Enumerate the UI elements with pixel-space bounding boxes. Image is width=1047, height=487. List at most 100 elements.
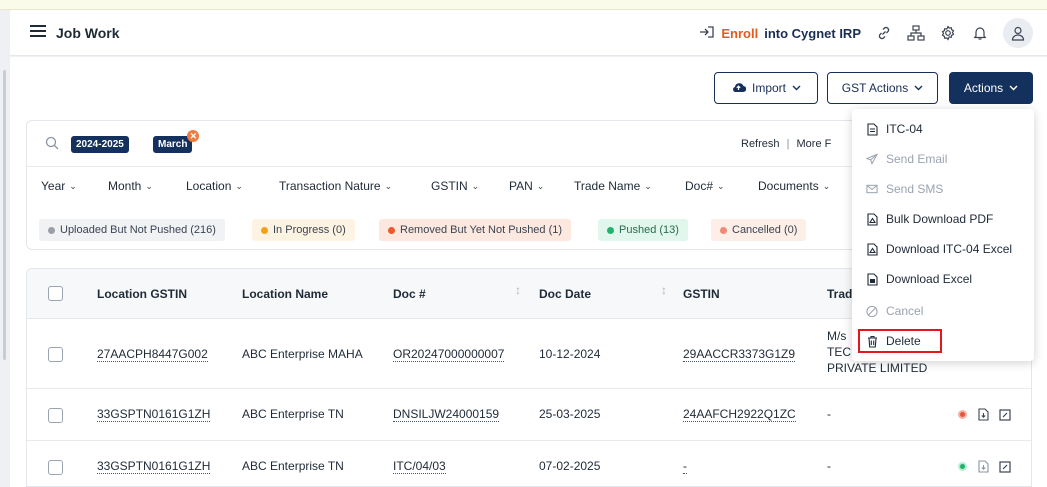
chevron-down-icon: ⌄: [235, 180, 243, 191]
month-filter-chip[interactable]: March ✕: [153, 130, 200, 153]
chevron-down-icon: [1009, 83, 1018, 93]
menu-item-label: Download ITC-04 Excel: [886, 242, 1013, 256]
status-pill-in-progress[interactable]: In Progress (0): [252, 219, 355, 241]
status-ring-icon: [957, 409, 968, 423]
refresh-label: Refresh: [741, 138, 780, 150]
location-gstin-cell[interactable]: 27AACPH8447G002: [97, 347, 208, 362]
download-pdf-icon[interactable]: [978, 408, 989, 424]
bell-icon[interactable]: [971, 24, 989, 42]
refresh-link[interactable]: Refresh | More F: [741, 138, 831, 150]
user-avatar[interactable]: [1003, 18, 1033, 48]
status-pill-removed[interactable]: Removed But Yet Not Pushed (1): [379, 219, 572, 241]
chevron-down-icon: ⌄: [384, 180, 393, 191]
menu-item-label: Download Excel: [886, 272, 973, 286]
gstin-cell[interactable]: -: [683, 459, 687, 474]
year-filter-chip[interactable]: 2024-2025: [71, 136, 129, 153]
left-scrollbar[interactable]: [0, 10, 10, 487]
actions-button[interactable]: Actions: [949, 72, 1033, 104]
menu-item-send-sms[interactable]: Send SMS: [866, 179, 943, 199]
row-checkbox[interactable]: [48, 347, 63, 362]
status-pill-uploaded[interactable]: Uploaded But Not Pushed (216): [39, 219, 225, 241]
menu-item-download-itc-04-excel[interactable]: Download ITC-04 Excel: [866, 239, 1012, 259]
status-dot: [261, 226, 268, 234]
table-row[interactable]: 33GSPTN0161G1ZH ABC Enterprise TN ITC/04…: [27, 441, 1031, 486]
select-all-checkbox[interactable]: [48, 286, 63, 301]
column-header-location-gstin[interactable]: Location GSTIN: [97, 287, 187, 301]
gstin-cell[interactable]: 24AAFCH2922Q1ZC: [683, 407, 796, 422]
menu-item-bulk-download-pdf[interactable]: Bulk Download PDF: [866, 209, 993, 229]
column-header-trade-name[interactable]: Trad: [827, 287, 852, 301]
filter-year[interactable]: Year ⌄: [41, 179, 77, 193]
filter-doc-number[interactable]: Doc# ⌄: [685, 179, 725, 193]
row-actions: [957, 460, 1011, 476]
menu-item-send-email[interactable]: Send Email: [866, 149, 947, 169]
menu-item-label: ITC-04: [886, 122, 923, 136]
status-pill-label: Cancelled (0): [732, 224, 798, 236]
filter-location[interactable]: Location ⌄: [186, 179, 243, 193]
menu-item-itc-04[interactable]: ITC-04: [866, 119, 923, 139]
location-gstin-cell[interactable]: 33GSPTN0161G1ZH: [97, 459, 211, 474]
hamburger-menu-icon[interactable]: [30, 22, 46, 43]
menu-item-label: Send Email: [886, 152, 948, 166]
app-header: Job Work Enroll into Cygnet IRP: [10, 10, 1047, 56]
column-header-doc-date[interactable]: Doc Date: [539, 287, 591, 301]
actions-dropdown-menu: ITC-04 Send Email Send SMS Bulk Download…: [852, 109, 1034, 361]
table-row[interactable]: 33GSPTN0161G1ZH ABC Enterprise TN DNSILJ…: [27, 389, 1031, 441]
gst-actions-button[interactable]: GST Actions: [827, 72, 938, 104]
column-header-gstin[interactable]: GSTIN: [683, 287, 720, 301]
search-icon[interactable]: [45, 136, 59, 153]
filter-month[interactable]: Month ⌄: [108, 179, 153, 193]
row-checkbox[interactable]: [48, 460, 63, 475]
download-pdf-icon[interactable]: [978, 460, 989, 476]
hierarchy-icon[interactable]: [907, 24, 925, 42]
status-dot: [48, 226, 55, 234]
edit-icon[interactable]: [999, 460, 1011, 476]
filter-label: Transaction Nature: [279, 179, 381, 193]
column-header-location-name[interactable]: Location Name: [242, 287, 328, 301]
status-dot: [607, 226, 614, 234]
remove-chip-icon[interactable]: ✕: [187, 130, 200, 142]
gstin-cell[interactable]: 29AACCR3373G1Z9: [683, 347, 796, 362]
chevron-down-icon: ⌄: [145, 180, 153, 191]
trade-name-cell: -: [827, 407, 831, 421]
doc-number-cell[interactable]: DNSILJW24000159: [393, 407, 500, 422]
edit-icon[interactable]: [999, 408, 1011, 424]
cloud-upload-icon: [731, 81, 747, 96]
enroll-link[interactable]: Enroll into Cygnet IRP: [699, 25, 861, 42]
trade-name-cell: TECI: [827, 345, 855, 359]
gear-icon[interactable]: [939, 24, 957, 42]
row-checkbox[interactable]: [48, 408, 63, 423]
scrollbar-thumb[interactable]: [3, 70, 6, 360]
status-dot: [388, 226, 395, 234]
page-title: Job Work: [56, 24, 120, 41]
location-gstin-cell[interactable]: 33GSPTN0161G1ZH: [97, 407, 211, 422]
sort-icon[interactable]: ↕: [661, 283, 667, 297]
gst-actions-label: GST Actions: [841, 81, 909, 95]
menu-item-download-excel[interactable]: Download Excel: [866, 269, 972, 289]
chevron-down-icon: [914, 83, 923, 93]
menu-item-cancel[interactable]: Cancel: [866, 301, 923, 321]
column-header-doc-number[interactable]: Doc #: [393, 287, 426, 301]
enroll-icon: [699, 25, 715, 42]
more-filters-label[interactable]: More F: [797, 138, 832, 150]
link-icon[interactable]: [875, 24, 893, 42]
filter-pan[interactable]: PAN ⌄: [509, 179, 544, 193]
trade-name-cell: PRIVATE LIMITED: [827, 361, 928, 375]
doc-number-cell[interactable]: OR20247000000007: [393, 347, 505, 362]
import-button[interactable]: Import: [714, 72, 818, 104]
status-pill-cancelled[interactable]: Cancelled (0): [711, 219, 807, 241]
status-pill-pushed[interactable]: Pushed (13): [598, 219, 688, 241]
filter-label: Year: [41, 179, 66, 193]
chevron-down-icon: [792, 83, 801, 93]
enroll-label-part1: Enroll: [721, 25, 759, 41]
import-label: Import: [751, 81, 786, 95]
filter-trade-name[interactable]: Trade Name ⌄: [574, 179, 652, 193]
filter-transaction-nature[interactable]: Transaction Nature ⌄: [279, 179, 392, 193]
doc-number-cell[interactable]: ITC/04/03: [393, 459, 446, 474]
separator: |: [786, 138, 790, 150]
chevron-down-icon: ⌄: [717, 180, 725, 191]
filter-documents[interactable]: Documents ⌄: [758, 179, 830, 193]
filter-gstin[interactable]: GSTIN ⌄: [431, 179, 479, 193]
sort-icon[interactable]: ↕: [515, 283, 521, 297]
location-name-cell: ABC Enterprise TN: [242, 459, 344, 473]
